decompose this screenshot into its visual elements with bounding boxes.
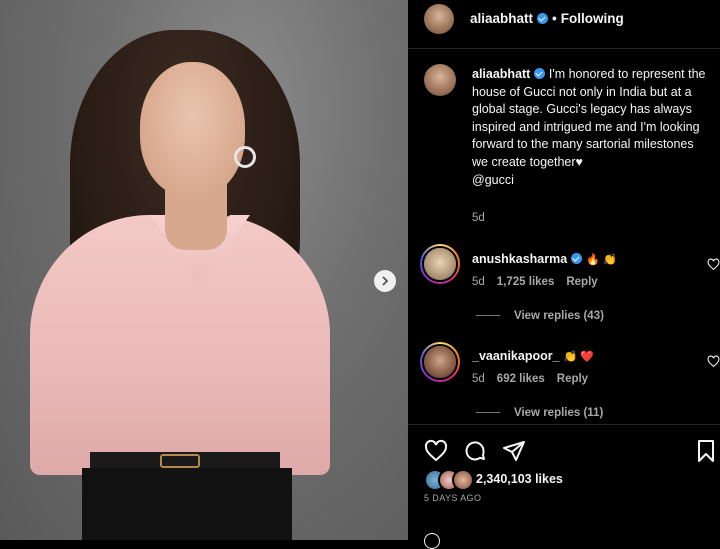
author-avatar[interactable] [424, 4, 454, 34]
view-replies-button[interactable]: View replies (11) [476, 407, 603, 419]
like-count[interactable]: 2,340,103 likes [476, 472, 563, 486]
divider [476, 412, 500, 414]
comment-username[interactable]: anushkasharma [472, 252, 567, 266]
caption-username[interactable]: aliaabhatt [472, 67, 530, 81]
chevron-right-icon [382, 276, 389, 286]
comment-time: 5d [472, 276, 485, 288]
caption-text: I'm honored to represent the house of Gu… [472, 67, 706, 169]
caption-avatar[interactable] [424, 64, 456, 96]
comment-icon[interactable] [463, 439, 487, 463]
image-earring [234, 146, 256, 168]
verified-badge-icon [534, 68, 546, 79]
verified-badge-icon [571, 253, 583, 264]
comment-text: 🔥 👏 [586, 254, 617, 266]
emoji-icon[interactable] [424, 533, 440, 549]
view-replies-button[interactable]: View replies (43) [476, 310, 604, 322]
view-replies-label: View replies (11) [514, 407, 604, 419]
caption-mention[interactable]: @gucci [472, 173, 514, 187]
post-panel: aliaabhatt • Following aliaabhatt I'm hono… [408, 0, 720, 549]
comment-avatar[interactable] [420, 342, 460, 382]
post-header: aliaabhatt • Following [408, 0, 720, 49]
next-image-button[interactable] [374, 270, 396, 292]
comment-header: anushkasharma 🔥 👏 [472, 252, 617, 266]
heart-icon[interactable] [424, 439, 448, 463]
comment-time: 5d [472, 373, 485, 385]
post-image[interactable] [0, 0, 408, 540]
verified-badge-icon [537, 13, 549, 24]
posted-time: 5 DAYS AGO [424, 493, 482, 503]
image-face [140, 62, 245, 197]
view-replies-label: View replies (43) [514, 310, 604, 322]
divider [476, 315, 500, 317]
comment-username[interactable]: _vaanikapoor_ [472, 349, 560, 363]
comment-header: _vaanikapoor_ 👏 ❤️ [472, 349, 594, 363]
comment-heart-icon[interactable] [707, 258, 720, 271]
following-button[interactable]: Following [561, 11, 624, 26]
reply-button[interactable]: Reply [566, 276, 597, 288]
comment-text: 👏 ❤️ [563, 351, 594, 363]
post-actions: 2,340,103 likes 5 DAYS AGO [408, 424, 720, 549]
image-skirt [82, 468, 292, 540]
bookmark-icon[interactable] [694, 439, 718, 463]
separator-dot: • [552, 11, 557, 26]
header-user: aliaabhatt • Following [470, 11, 624, 26]
comment-heart-icon[interactable] [707, 355, 720, 368]
comment-avatar[interactable] [420, 244, 460, 284]
comment-meta: 5d 692 likes Reply [472, 373, 600, 385]
caption-time: 5d [472, 212, 485, 224]
comment-likes[interactable]: 692 likes [497, 373, 545, 385]
comment-meta: 5d 1,725 likes Reply [472, 276, 610, 288]
image-buckle [160, 454, 200, 468]
liked-avatar [452, 469, 474, 491]
reply-button[interactable]: Reply [557, 373, 588, 385]
comment-likes[interactable]: 1,725 likes [497, 276, 555, 288]
paper-plane-icon[interactable] [502, 439, 526, 463]
author-username[interactable]: aliaabhatt [470, 11, 533, 26]
post-caption: aliaabhatt I'm honored to represent the … [472, 66, 712, 189]
